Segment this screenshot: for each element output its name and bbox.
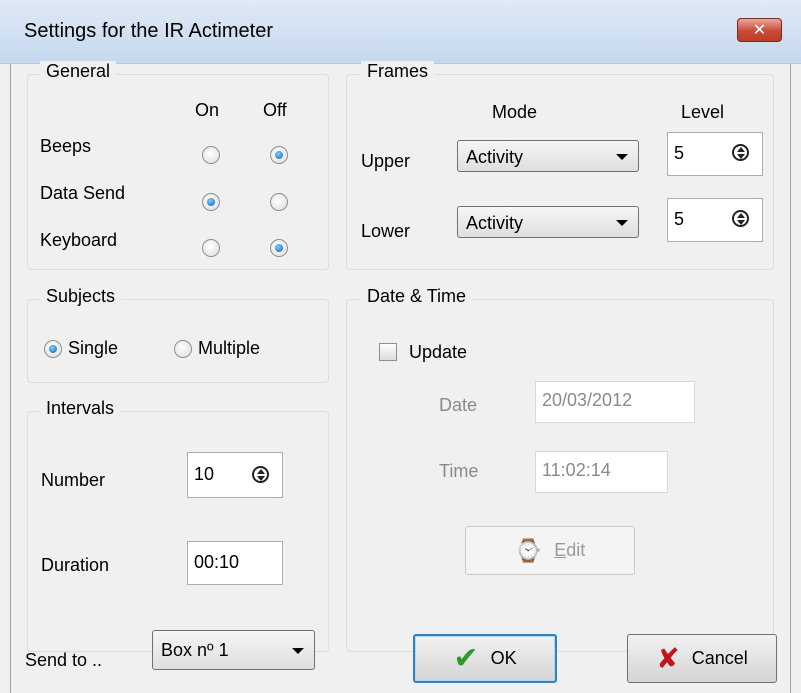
single-radio[interactable] [44,340,62,358]
mode-header: Mode [492,102,538,122]
frames-group: Frames Mode Level Upper Activity 5 Lower… [346,61,774,270]
date-label: Date [439,395,478,415]
send-to-value: Box nº 1 [161,640,229,660]
date-time-group: Date & Time Update Date 20/03/2012 Time … [346,286,774,652]
lower-level-spinbox[interactable]: 5 [667,198,763,242]
ok-button-label: OK [490,648,517,668]
cancel-button-label: Cancel [691,648,748,668]
edit-button[interactable]: ⌚ Edit [465,526,635,575]
upper-label: Upper [361,151,411,171]
number-value: 10 [194,464,215,484]
general-off-header: Off [263,100,287,120]
beeps-on-radio[interactable] [202,146,220,164]
keyboard-off-radio[interactable] [270,239,288,257]
x-icon: ✘ [656,642,680,674]
settings-dialog: Settings for the IR Actimeter ✕ General … [0,0,801,693]
beeps-off-radio[interactable] [270,146,288,164]
date-value: 20/03/2012 [542,390,633,410]
multiple-radio[interactable] [174,340,192,358]
time-value: 11:02:14 [542,460,611,480]
update-label[interactable]: Update [409,342,467,363]
level-header: Level [681,102,725,122]
lower-label: Lower [361,221,411,241]
watch-icon: ⌚ [514,537,543,563]
lower-mode-select[interactable]: Activity [457,206,639,238]
chevron-down-icon [292,648,304,654]
upper-mode-value: Activity [466,147,524,167]
subjects-group: Subjects Single Multiple [27,286,329,383]
keyboard-on-radio[interactable] [202,239,220,257]
date-field[interactable]: 20/03/2012 [535,381,695,423]
chevron-down-icon [616,154,628,160]
keyboard-label: Keyboard [40,230,118,250]
data-send-label: Data Send [40,183,126,203]
date-time-group-label: Date & Time [361,286,473,307]
general-group-label: General [40,61,117,82]
title-bar[interactable]: Settings for the IR Actimeter ✕ [0,0,801,64]
close-icon: ✕ [752,22,767,39]
dialog-client-area: General On Off Beeps Data Send Keyboard … [10,61,791,693]
send-to-label: Send to .. [25,650,103,670]
beeps-label: Beeps [40,136,92,156]
time-label: Time [439,461,479,481]
spinner-icon[interactable] [732,210,749,227]
data-send-off-radio[interactable] [270,193,288,211]
intervals-group-label: Intervals [40,398,121,419]
number-label: Number [41,470,106,490]
upper-level-value: 5 [674,143,685,163]
duration-field[interactable]: 00:10 [187,541,283,585]
ok-button[interactable]: ✔ OK [413,634,557,683]
frames-group-label: Frames [361,61,435,82]
multiple-label[interactable]: Multiple [198,338,260,359]
upper-level-spinbox[interactable]: 5 [667,132,763,176]
edit-button-label: Edit [554,540,586,560]
lower-level-value: 5 [674,209,685,229]
upper-mode-select[interactable]: Activity [457,140,639,172]
general-on-header: On [195,100,220,120]
close-button[interactable]: ✕ [737,18,782,42]
chevron-down-icon [616,220,628,226]
subjects-group-label: Subjects [40,286,122,307]
duration-value: 00:10 [194,552,240,572]
send-to-select[interactable]: Box nº 1 [152,630,315,670]
single-label[interactable]: Single [68,338,118,359]
update-checkbox[interactable] [379,343,397,361]
time-field[interactable]: 11:02:14 [535,451,668,493]
duration-label: Duration [41,555,110,575]
general-group: General On Off Beeps Data Send Keyboard [27,61,329,270]
data-send-on-radio[interactable] [202,193,220,211]
cancel-button[interactable]: ✘ Cancel [627,634,777,683]
lower-mode-value: Activity [466,213,524,233]
intervals-group: Intervals Number 10 Duration 00:10 [27,398,329,652]
spinner-icon[interactable] [732,144,749,161]
spinner-icon[interactable] [252,466,269,483]
number-spinbox[interactable]: 10 [187,452,283,498]
window-title: Settings for the IR Actimeter [24,20,273,42]
checkmark-icon: ✔ [453,641,479,675]
